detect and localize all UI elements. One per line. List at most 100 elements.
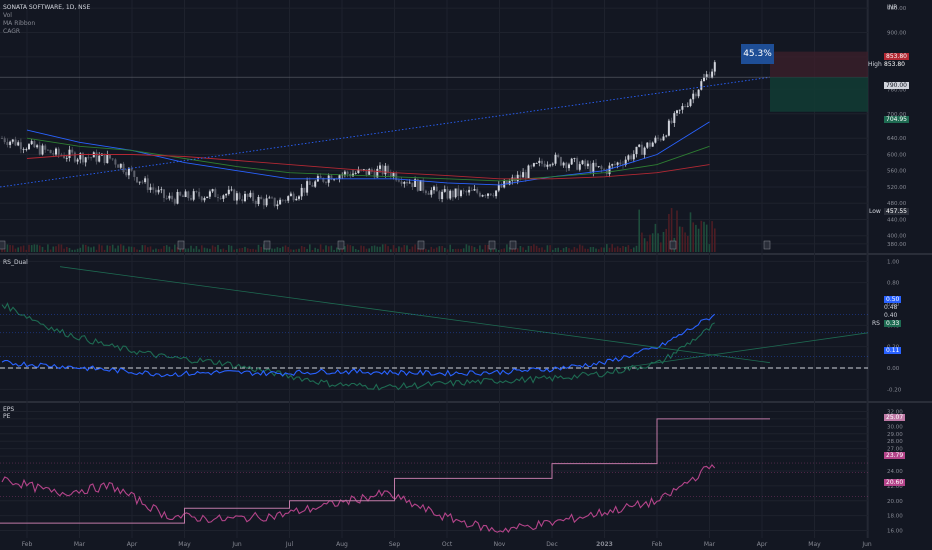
volume-bar [538, 247, 541, 252]
volume-bar [60, 244, 63, 252]
price-candle [165, 198, 168, 199]
volume-bar [82, 244, 84, 252]
price-candle [373, 171, 376, 178]
volume-bar [660, 242, 662, 252]
chart-canvas[interactable]: Feb Mar Apr May Jun Jul Aug Sep Oct Nov Dec 2023 Feb… [0, 0, 932, 550]
volume-bar [201, 245, 203, 252]
y-tick-label: 600.00 [887, 152, 907, 158]
volume-bar [400, 247, 403, 252]
rs-tag-5: 0.11 [884, 347, 902, 354]
price-candle [76, 159, 79, 162]
price-candle [95, 152, 98, 162]
volume-bar [365, 248, 368, 252]
indicator-ma-ribbon[interactable]: MA Ribbon [3, 20, 35, 27]
y-tick-label: 24.00 [887, 469, 903, 475]
price-candle [28, 144, 30, 150]
price-candle [127, 168, 130, 176]
price-candle [227, 189, 230, 195]
price-candle [343, 171, 346, 175]
volume-bar [403, 245, 406, 252]
price-candle [314, 181, 317, 187]
price-candle [260, 196, 263, 200]
volume-bar [103, 249, 106, 252]
volume-bar [519, 245, 522, 252]
volume-bar [128, 246, 130, 252]
price-candle [692, 93, 695, 100]
x-tick-label: Apr [757, 541, 768, 548]
volume-bar [622, 245, 624, 252]
price-candle [300, 187, 303, 197]
price-candle [551, 163, 554, 165]
volume-bar [68, 247, 71, 252]
volume-bar [55, 246, 57, 252]
price-candle [179, 191, 182, 196]
price-candle [206, 196, 209, 198]
event-marker [669, 240, 677, 250]
volume-bar [346, 244, 349, 252]
price-candle [492, 195, 495, 197]
price-candle [41, 145, 44, 155]
price-candle [225, 194, 228, 196]
volume-bar [390, 249, 392, 252]
volume-bar [122, 245, 125, 252]
volume-bar [557, 247, 559, 252]
price-candle [578, 164, 581, 170]
volume-bar [444, 247, 446, 252]
price-candle [397, 180, 400, 182]
volume-bar [225, 249, 227, 252]
event-marker [337, 240, 345, 250]
event-marker [263, 240, 271, 250]
rs-tag-4: 0.33 [884, 320, 902, 327]
volume-bar [570, 249, 573, 252]
price-candle [381, 165, 384, 175]
volume-bar [425, 248, 427, 252]
price-candle [703, 77, 705, 82]
price-candle [176, 191, 179, 204]
price-candle [73, 152, 76, 162]
price-candle [632, 154, 635, 160]
price-candle [265, 198, 268, 206]
indicator-cagr[interactable]: CAGR [3, 28, 20, 35]
volume-bar [168, 246, 171, 252]
rs-tag-1: 0.50 [884, 296, 902, 303]
price-candle [271, 197, 273, 199]
volume-bar [708, 244, 711, 252]
y-tick-label: 520.00 [887, 185, 907, 191]
volume-bar [184, 248, 187, 252]
volume-bar [516, 248, 519, 252]
volume-bar [462, 248, 465, 252]
volume-bar [638, 209, 640, 252]
volume-bar [654, 223, 657, 252]
price-candle [30, 141, 33, 145]
volume-bar [681, 226, 684, 252]
x-tick-label: Mar [704, 541, 716, 548]
price-candle [208, 191, 211, 197]
price-candle [154, 189, 157, 193]
volume-bar [476, 248, 478, 252]
volume-bar [133, 247, 136, 252]
volume-bar [395, 248, 397, 252]
price-candle [662, 136, 665, 141]
price-candle [424, 190, 427, 194]
price-candle [279, 199, 282, 205]
volume-bar [79, 247, 82, 252]
price-candle [546, 164, 549, 167]
volume-bar [147, 247, 149, 252]
volume-bar [130, 246, 133, 252]
price-candle [14, 139, 17, 146]
price-candle [71, 149, 74, 153]
price-candle [346, 171, 349, 174]
volume-bar [398, 246, 400, 252]
event-marker [488, 240, 496, 250]
volume-bar [352, 246, 354, 252]
price-candle [6, 142, 9, 145]
price-candle [654, 137, 657, 143]
volume-bar [211, 245, 214, 252]
price-candle [241, 199, 244, 202]
indicator-vol[interactable]: Vol [3, 12, 12, 19]
volume-bar [368, 248, 370, 252]
price-candle [511, 177, 514, 181]
volume-bar [165, 245, 168, 252]
x-tick-label: Apr [127, 541, 138, 548]
volume-bar [84, 244, 87, 252]
